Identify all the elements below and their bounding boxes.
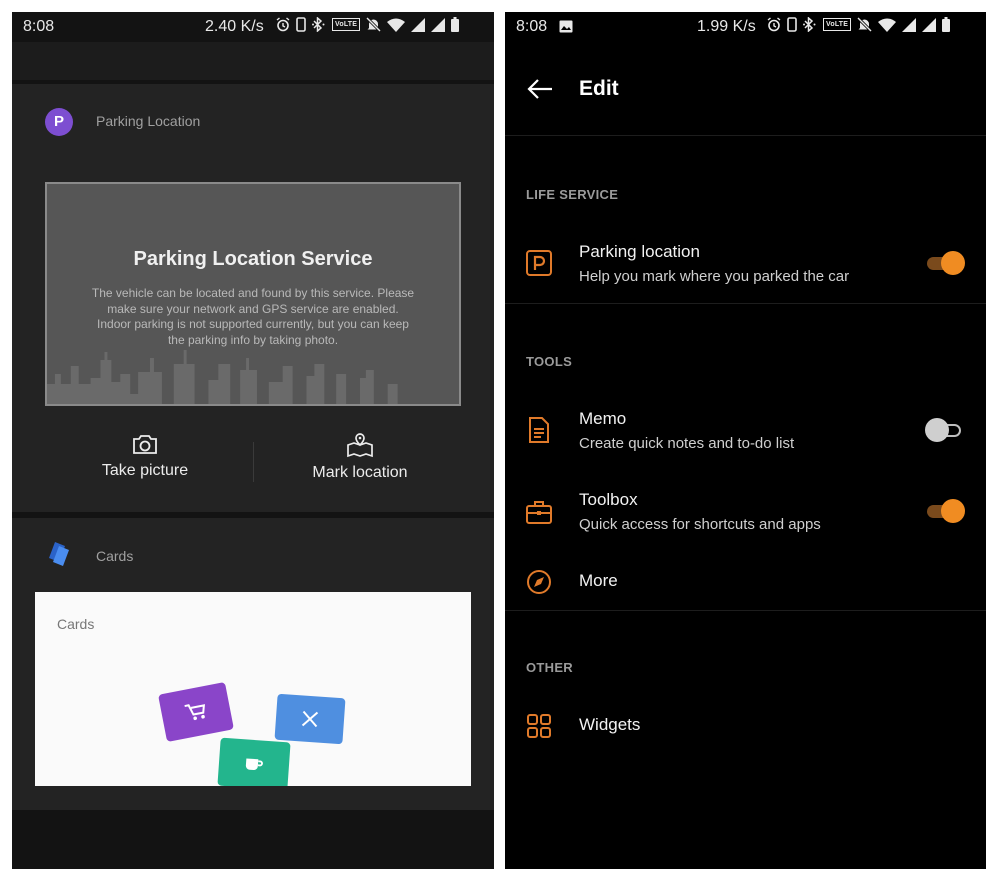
- camera-icon: [133, 435, 157, 454]
- parking-icon: [526, 250, 552, 276]
- take-picture-button[interactable]: Take picture: [45, 432, 245, 480]
- cutlery-icon: [301, 710, 319, 728]
- settings-row-more[interactable]: More: [505, 560, 986, 620]
- shopping-card: [158, 681, 234, 743]
- divider: [505, 303, 986, 304]
- wifi-icon: [387, 18, 406, 32]
- top-bar: [12, 42, 494, 80]
- section-header-tools: TOOLS: [526, 354, 573, 369]
- alarm-icon: [276, 17, 290, 32]
- shopping-cart-icon: [184, 704, 205, 721]
- widgets-row-title: Widgets: [579, 715, 641, 734]
- coffee-card: [217, 737, 291, 786]
- memo-icon: [529, 417, 549, 443]
- mute-notifications-icon: [857, 17, 873, 32]
- bluetooth-icon: [803, 17, 816, 32]
- wifi-icon: [878, 18, 897, 32]
- service-description: The vehicle can be located and found by …: [91, 286, 415, 347]
- network-speed: 2.40 K/s: [205, 18, 264, 35]
- battery-icon: [942, 17, 951, 32]
- right-phone-screen: 8:08 1.99 K/s VoLTE Edit LIFE SERVICE Pa…: [505, 12, 986, 869]
- action-divider: [253, 442, 254, 482]
- compass-icon: [527, 570, 551, 594]
- memo-row-title: Memo: [579, 409, 627, 428]
- back-arrow-icon[interactable]: [526, 77, 554, 101]
- divider: [505, 135, 986, 136]
- cards-card: Cards Cards: [12, 518, 494, 810]
- mark-location-button[interactable]: Mark location: [260, 432, 460, 482]
- section-header-life-service: LIFE SERVICE: [526, 187, 619, 202]
- vibrate-icon: [787, 17, 797, 32]
- volte-icon: VoLTE: [332, 18, 361, 31]
- cards-preview[interactable]: Cards: [35, 592, 471, 786]
- parking-badge-icon: P: [45, 108, 73, 136]
- dining-card: [274, 693, 346, 745]
- signal-icon: [411, 17, 426, 32]
- parking-row-subtitle: Help you mark where you parked the car: [579, 268, 850, 285]
- page-title: Edit: [579, 77, 619, 100]
- service-title: Parking Location Service: [133, 248, 373, 270]
- widgets-icon: [527, 714, 551, 738]
- map-pin-icon: [347, 433, 373, 458]
- status-bar: 8:08 1.99 K/s VoLTE: [505, 12, 986, 42]
- memo-row-subtitle: Create quick notes and to-do list: [579, 435, 795, 452]
- image-notification-icon: [559, 20, 573, 33]
- network-speed: 1.99 K/s: [697, 18, 756, 35]
- status-time: 8:08: [23, 18, 55, 35]
- parking-toggle[interactable]: [925, 251, 965, 275]
- memo-toggle[interactable]: [925, 418, 965, 442]
- vibrate-icon: [296, 17, 306, 32]
- bluetooth-icon: [312, 17, 325, 32]
- parking-row-title: Parking location: [579, 242, 700, 261]
- settings-row-toolbox[interactable]: Toolbox Quick access for shortcuts and a…: [505, 486, 986, 546]
- settings-row-parking[interactable]: Parking location Help you mark where you…: [505, 237, 986, 297]
- mute-notifications-icon: [366, 17, 382, 32]
- status-icons: VoLTE: [767, 17, 951, 32]
- settings-row-memo[interactable]: Memo Create quick notes and to-do list: [505, 404, 986, 464]
- cards-card-header: Cards: [96, 548, 134, 564]
- signal-icon: [902, 17, 917, 32]
- toolbox-toggle[interactable]: [925, 499, 965, 523]
- mark-location-label: Mark location: [312, 464, 408, 481]
- alarm-icon: [767, 17, 781, 32]
- coffee-cup-icon: [245, 758, 263, 770]
- cards-icon: [49, 542, 69, 566]
- battery-icon: [451, 17, 460, 32]
- settings-row-widgets[interactable]: Widgets: [505, 702, 986, 762]
- volte-icon: VoLTE: [823, 18, 852, 31]
- left-phone-screen: 8:08 2.40 K/s VoLTE P Parking Location P…: [12, 12, 494, 869]
- section-header-other: OTHER: [526, 660, 573, 675]
- toolbox-row-subtitle: Quick access for shortcuts and apps: [579, 516, 821, 533]
- city-skyline-icon: [47, 350, 398, 404]
- signal-2-icon: [922, 17, 937, 32]
- parking-location-card: P Parking Location Parking Location Serv…: [12, 84, 494, 512]
- more-row-title: More: [579, 571, 618, 590]
- status-time: 8:08: [516, 18, 548, 35]
- divider: [505, 610, 986, 611]
- signal-2-icon: [431, 17, 446, 32]
- parking-card-header: Parking Location: [96, 113, 201, 129]
- toolbox-row-title: Toolbox: [579, 490, 638, 509]
- status-icons: VoLTE: [276, 17, 460, 32]
- toolbox-icon: [526, 501, 552, 524]
- parking-service-banner[interactable]: Parking Location Service The vehicle can…: [45, 182, 461, 406]
- cards-preview-label: Cards: [57, 616, 95, 632]
- take-picture-label: Take picture: [101, 462, 189, 479]
- status-bar: 8:08 2.40 K/s VoLTE: [12, 12, 494, 42]
